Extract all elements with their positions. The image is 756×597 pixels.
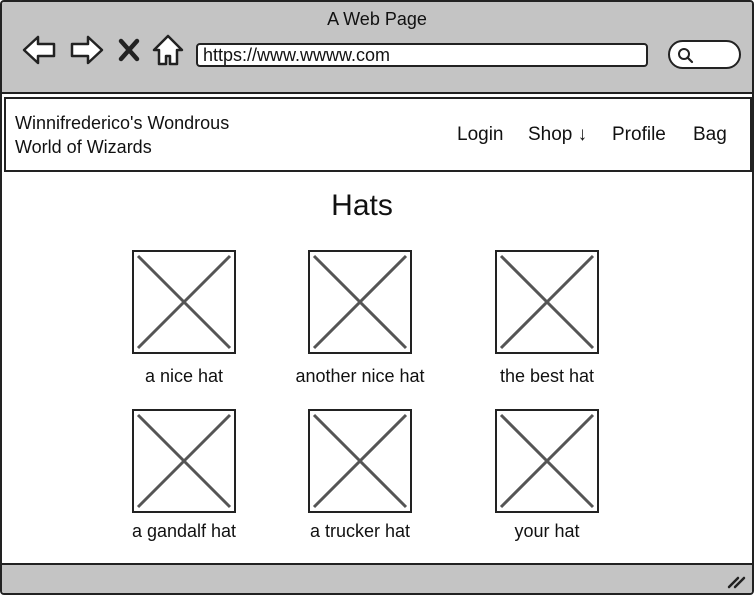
product-caption[interactable]: your hat: [452, 521, 642, 542]
product-image-placeholder[interactable]: [132, 250, 236, 354]
status-bar: [2, 563, 752, 593]
product-card[interactable]: a gandalf hat: [89, 409, 279, 542]
product-image-placeholder[interactable]: [308, 409, 412, 513]
product-caption[interactable]: the best hat: [452, 366, 642, 387]
site-name-line-1: Winnifrederico's Wondrous: [15, 113, 230, 133]
site-name[interactable]: Winnifrederico's Wondrous World of Wizar…: [15, 111, 275, 159]
resize-grip-icon[interactable]: [726, 573, 746, 589]
product-card[interactable]: a nice hat: [89, 250, 279, 387]
forward-arrow-icon[interactable]: [66, 30, 106, 70]
product-caption[interactable]: a nice hat: [89, 366, 279, 387]
page-title: Hats: [331, 189, 393, 222]
browser-toolbar: A Web Page https://www.wwww.com: [2, 2, 752, 94]
product-image-placeholder[interactable]: [132, 409, 236, 513]
close-icon[interactable]: [112, 30, 146, 70]
site-name-line-2: World of Wizards: [15, 137, 152, 157]
back-arrow-icon[interactable]: [20, 30, 60, 70]
product-card[interactable]: the best hat: [452, 250, 642, 387]
product-card[interactable]: a trucker hat: [265, 409, 455, 542]
product-caption[interactable]: a trucker hat: [265, 521, 455, 542]
url-field[interactable]: https://www.wwww.com: [196, 43, 648, 67]
product-caption[interactable]: a gandalf hat: [89, 521, 279, 542]
browser-window: A Web Page https://www.wwww.com Winnifre…: [0, 0, 754, 595]
nav-bag[interactable]: Bag: [693, 124, 727, 146]
product-card[interactable]: your hat: [452, 409, 642, 542]
product-image-placeholder[interactable]: [308, 250, 412, 354]
nav-login[interactable]: Login: [457, 124, 504, 146]
product-image-placeholder[interactable]: [495, 409, 599, 513]
nav-shop-dropdown[interactable]: Shop ↓: [528, 124, 587, 146]
window-title: A Web Page: [327, 9, 427, 29]
home-icon[interactable]: [148, 30, 188, 70]
site-header: Winnifrederico's Wondrous World of Wizar…: [4, 97, 752, 172]
search-button[interactable]: [668, 40, 741, 69]
product-image-placeholder[interactable]: [495, 250, 599, 354]
nav-profile[interactable]: Profile: [612, 124, 666, 146]
product-caption[interactable]: another nice hat: [265, 366, 455, 387]
product-card[interactable]: another nice hat: [265, 250, 455, 387]
search-icon: [678, 48, 694, 64]
